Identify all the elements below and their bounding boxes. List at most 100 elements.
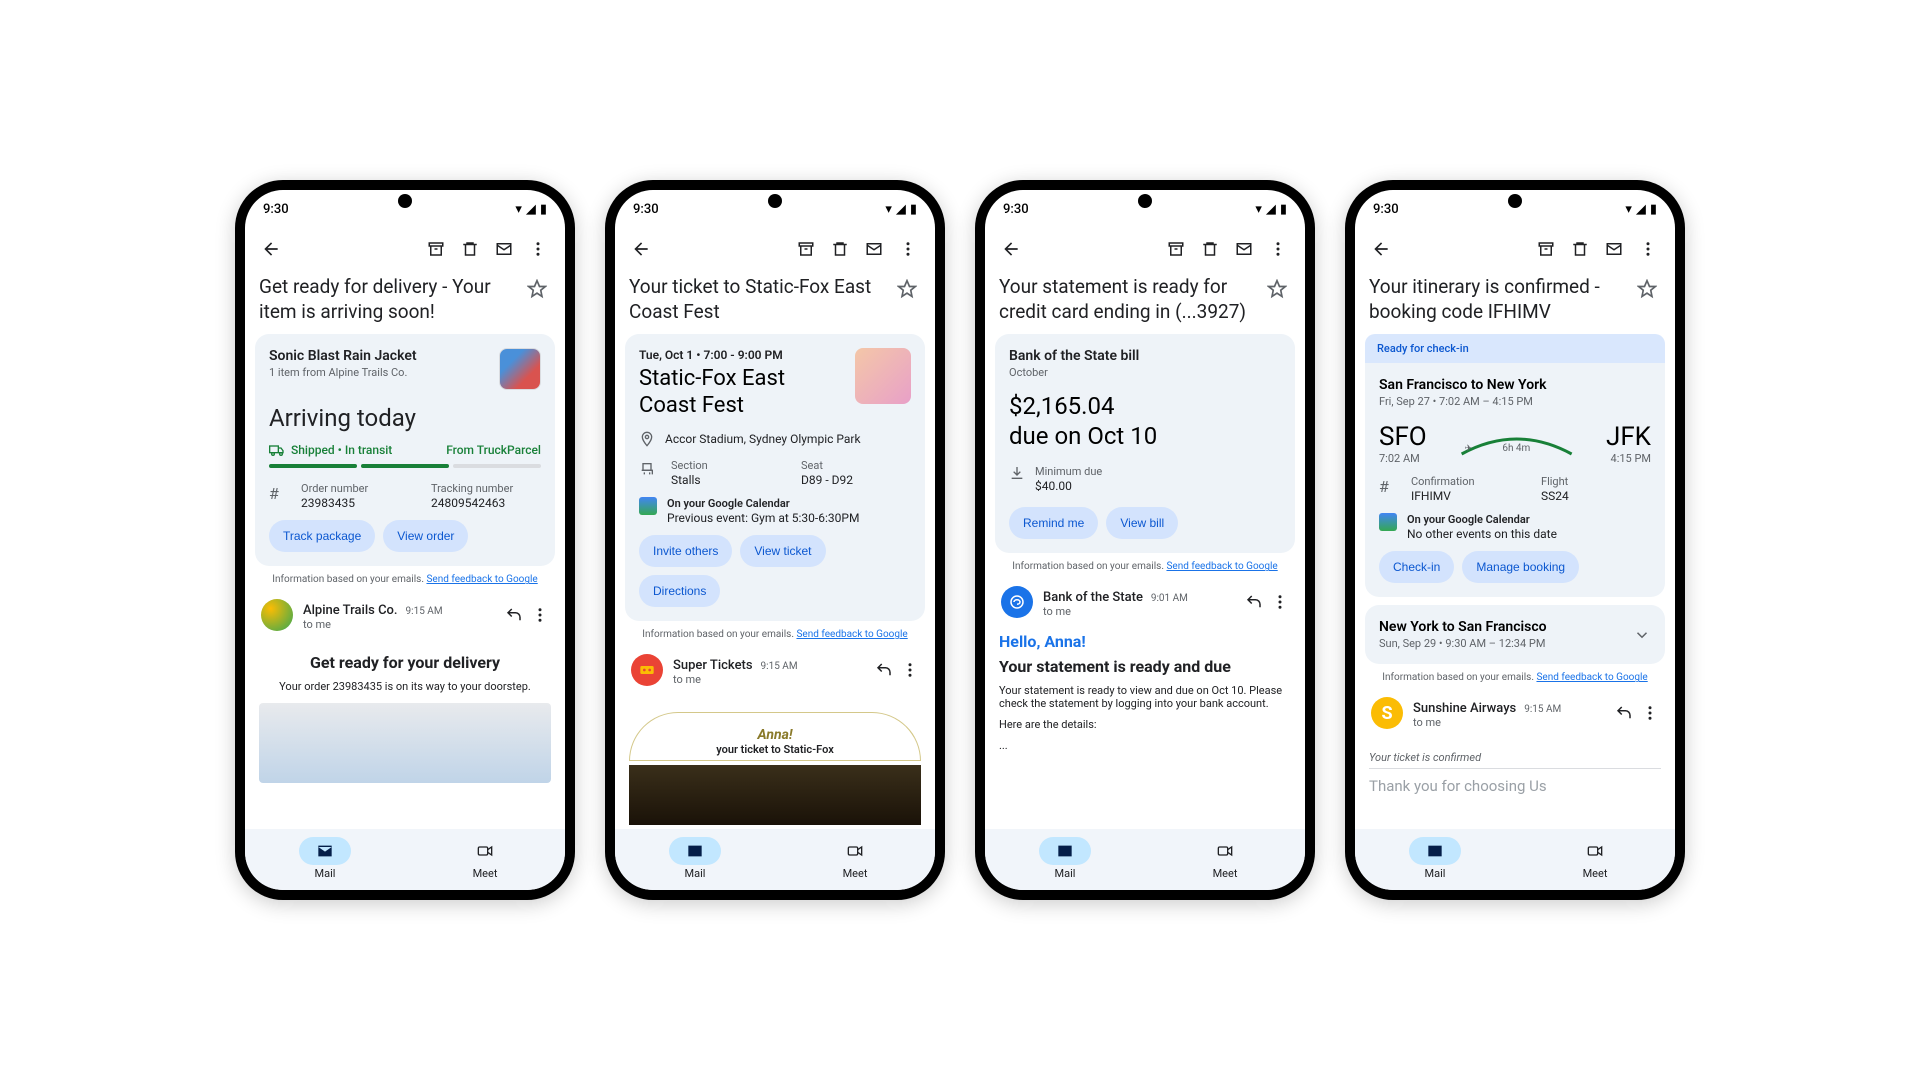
route-title: San Francisco to New York	[1379, 377, 1651, 393]
body-p1: Your statement is ready to view and due …	[999, 684, 1291, 710]
sender-row[interactable]: Super Tickets 9:15 AM to me	[625, 650, 925, 690]
sender-time: 9:01 AM	[1151, 593, 1188, 604]
to-code: JFK	[1606, 422, 1651, 452]
back-button[interactable]	[995, 233, 1027, 265]
delete-button[interactable]	[1193, 234, 1227, 264]
sender-row[interactable]: Bank of the State 9:01 AM to me	[995, 582, 1295, 622]
sender-name: Alpine Trails Co.	[303, 603, 398, 618]
reply-button[interactable]	[875, 661, 893, 679]
return-flight-card[interactable]: New York to San Francisco Sun, Sep 29 • …	[1365, 605, 1665, 664]
product-image	[259, 703, 551, 783]
bill-due: due on Oct 10	[1009, 421, 1281, 451]
carrier-name: From TruckParcel	[446, 443, 541, 457]
phone-flight: 9:30 ▾◢▮ Your itinerary is confirmed - b…	[1345, 180, 1685, 900]
mark-unread-button[interactable]	[857, 234, 891, 264]
message-more-button[interactable]	[531, 606, 549, 624]
sender-row[interactable]: S Sunshine Airways 9:15 AM to me	[1365, 693, 1665, 733]
nav-meet[interactable]: Meet	[405, 837, 565, 880]
more-button[interactable]	[521, 234, 555, 264]
view-ticket-button[interactable]: View ticket	[740, 535, 825, 567]
manage-booking-button[interactable]: Manage booking	[1462, 551, 1579, 583]
event-title: Static-Fox East Coast Fest	[639, 366, 847, 419]
remind-button[interactable]: Remind me	[1009, 507, 1098, 539]
delete-button[interactable]	[823, 234, 857, 264]
status-time: 9:30	[1373, 202, 1399, 217]
delete-button[interactable]	[1563, 234, 1597, 264]
flight-duration: 6h 4m	[1502, 443, 1530, 454]
star-button[interactable]	[523, 275, 551, 303]
invite-button[interactable]: Invite others	[639, 535, 732, 567]
feedback-text: Information based on your emails. Send f…	[255, 574, 555, 585]
calendar-label: On your Google Calendar	[1407, 513, 1557, 526]
feedback-link[interactable]: Send feedback to Google	[796, 629, 907, 640]
nav-mail[interactable]: Mail	[245, 837, 405, 880]
product-subtitle: 1 item from Alpine Trails Co.	[269, 366, 417, 379]
calendar-label: On your Google Calendar	[667, 497, 859, 510]
star-button[interactable]	[1263, 275, 1291, 303]
toolbar	[1355, 225, 1675, 273]
email-subject: Your itinerary is confirmed - booking co…	[1369, 275, 1625, 324]
mark-unread-button[interactable]	[1227, 234, 1261, 264]
route-subtitle: Fri, Sep 27 • 7:02 AM – 4:15 PM	[1379, 395, 1651, 408]
more-button[interactable]	[1631, 234, 1665, 264]
bill-amount: $2,165.04	[1009, 391, 1281, 421]
nav-mail[interactable]: Mail	[985, 837, 1145, 880]
reply-button[interactable]	[505, 606, 523, 624]
back-button[interactable]	[255, 233, 287, 265]
delete-button[interactable]	[453, 234, 487, 264]
sender-row[interactable]: Alpine Trails Co. 9:15 AM to me	[255, 595, 555, 635]
feedback-link[interactable]: Send feedback to Google	[1536, 672, 1647, 683]
message-more-button[interactable]	[1641, 704, 1659, 722]
bottom-nav: Mail Meet	[615, 829, 935, 890]
back-button[interactable]	[625, 233, 657, 265]
archive-button[interactable]	[419, 234, 453, 264]
more-button[interactable]	[1261, 234, 1295, 264]
view-order-button[interactable]: View order	[383, 520, 468, 552]
feedback-link[interactable]: Send feedback to Google	[1166, 561, 1277, 572]
track-package-button[interactable]: Track package	[269, 520, 375, 552]
archive-button[interactable]	[1529, 234, 1563, 264]
bottom-nav: Mail Meet	[245, 829, 565, 890]
to-time: 4:15 PM	[1606, 452, 1651, 465]
signal-icon: ◢	[1636, 202, 1646, 217]
back-button[interactable]	[1365, 233, 1397, 265]
status-time: 9:30	[633, 202, 659, 217]
more-button[interactable]	[891, 234, 925, 264]
section-value: Stalls	[671, 473, 781, 487]
progress-bar	[269, 464, 541, 468]
star-button[interactable]	[1633, 275, 1661, 303]
bottom-nav: Mail Meet	[985, 829, 1305, 890]
nav-mail[interactable]: Mail	[615, 837, 775, 880]
bill-title: Bank of the State bill	[1009, 348, 1281, 364]
message-more-button[interactable]	[1271, 593, 1289, 611]
nav-meet[interactable]: Meet	[1145, 837, 1305, 880]
calendar-icon	[639, 497, 657, 515]
nav-mail[interactable]: Mail	[1355, 837, 1515, 880]
sender-to: to me	[673, 673, 865, 686]
email-body: Anna! your ticket to Static-Fox	[625, 690, 925, 829]
reply-button[interactable]	[1615, 704, 1633, 722]
view-bill-button[interactable]: View bill	[1106, 507, 1178, 539]
location-icon	[639, 431, 655, 447]
directions-button[interactable]: Directions	[639, 575, 720, 607]
star-button[interactable]	[893, 275, 921, 303]
mark-unread-button[interactable]	[1597, 234, 1631, 264]
reply-button[interactable]	[1245, 593, 1263, 611]
feedback-link[interactable]: Send feedback to Google	[426, 574, 537, 585]
wifi-icon: ▾	[1625, 202, 1632, 217]
archive-button[interactable]	[1159, 234, 1193, 264]
feedback-text: Information based on your emails. Send f…	[995, 561, 1295, 572]
seat-icon	[639, 459, 659, 477]
chevron-down-icon	[1633, 626, 1651, 644]
archive-button[interactable]	[789, 234, 823, 264]
checkin-button[interactable]: Check-in	[1379, 551, 1454, 583]
nav-meet[interactable]: Meet	[775, 837, 935, 880]
message-more-button[interactable]	[901, 661, 919, 679]
calendar-value: Previous event: Gym at 5:30-6:30PM	[667, 511, 859, 525]
toolbar	[985, 225, 1305, 273]
nav-meet[interactable]: Meet	[1515, 837, 1675, 880]
mark-unread-button[interactable]	[487, 234, 521, 264]
sender-avatar	[631, 654, 663, 686]
email-subject: Your statement is ready for credit card …	[999, 275, 1255, 324]
sender-time: 9:15 AM	[1524, 704, 1561, 715]
